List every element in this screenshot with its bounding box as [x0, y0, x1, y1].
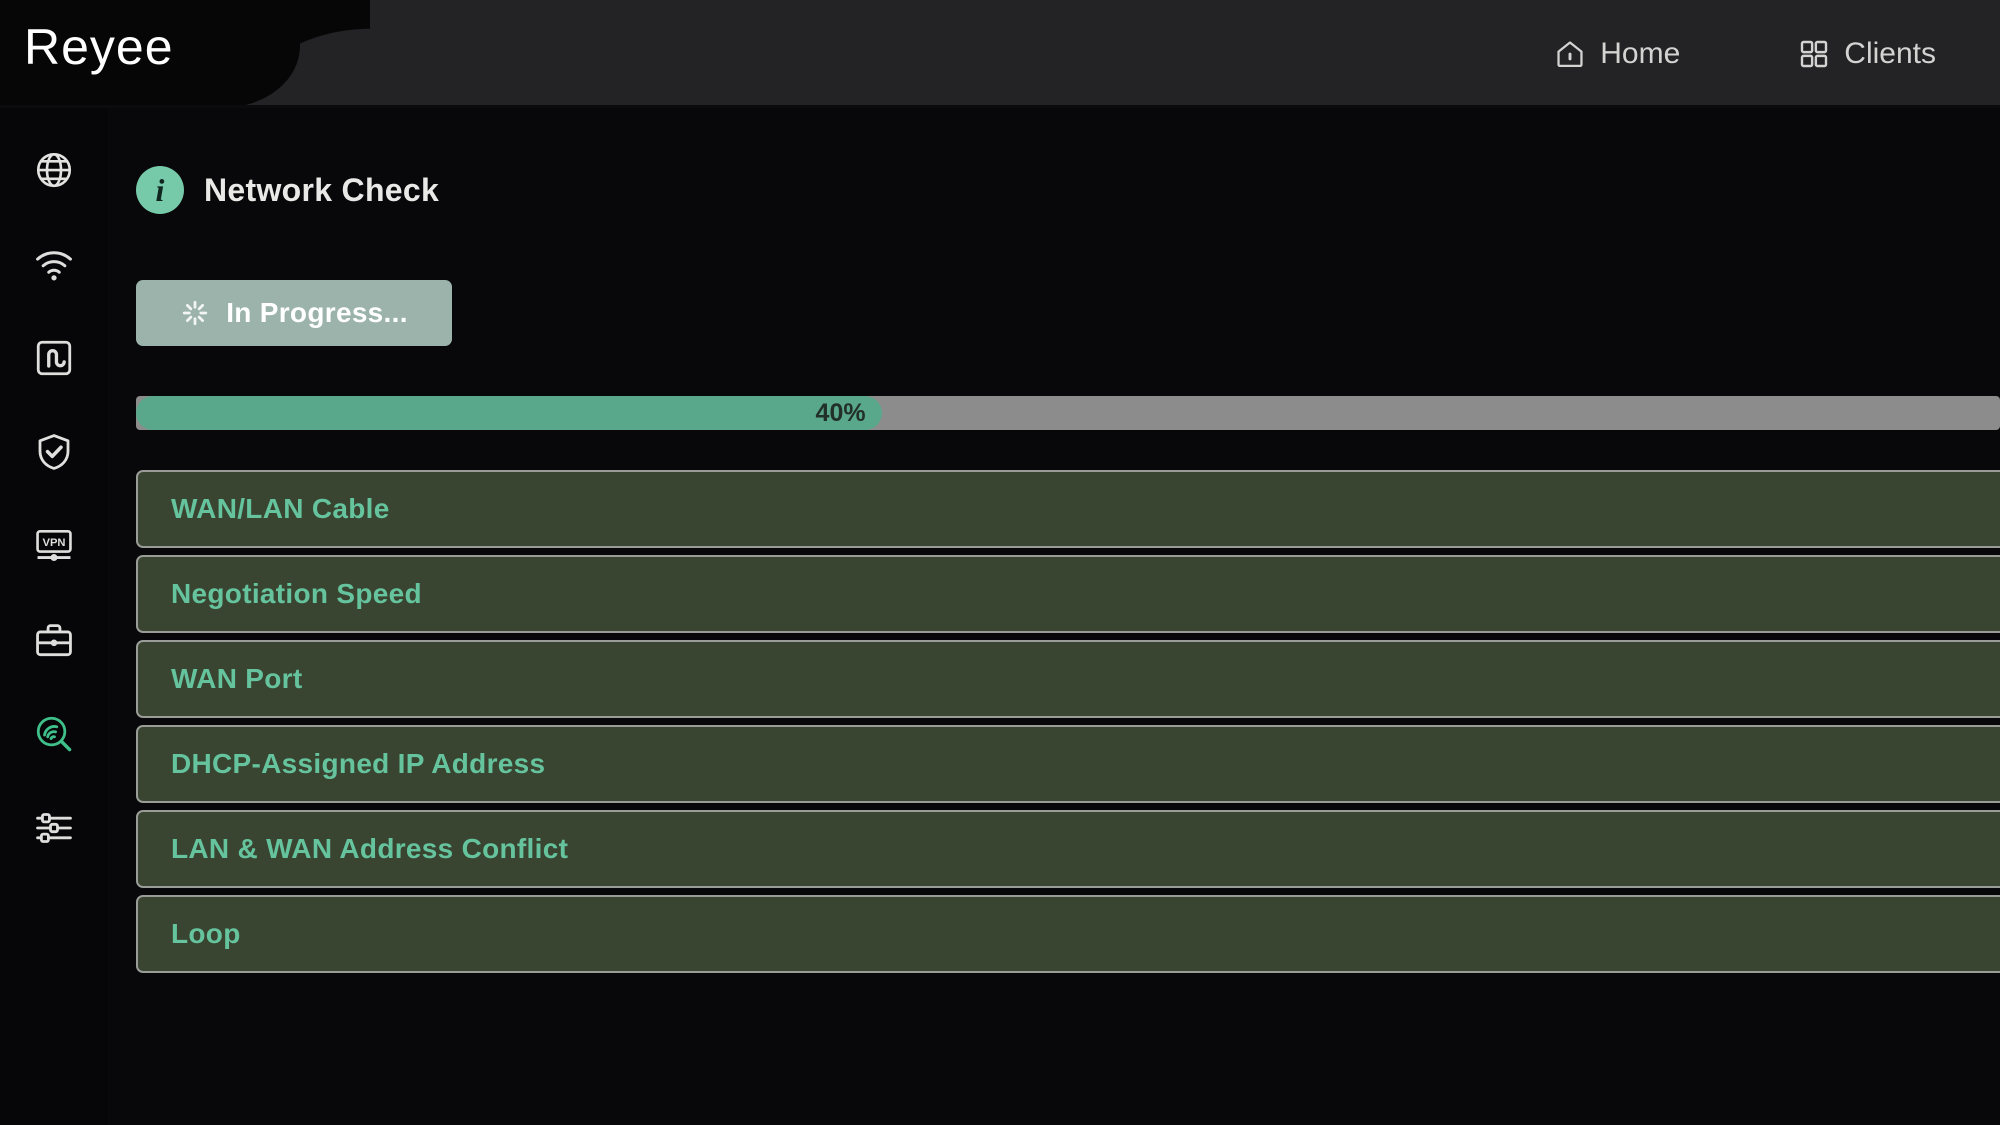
- page-title-row: i Network Check: [136, 166, 2000, 214]
- nav-item-clients[interactable]: Clients: [1798, 37, 1936, 71]
- diagnostics-icon: [33, 713, 75, 755]
- check-row-label: LAN & WAN Address Conflict: [171, 833, 569, 864]
- toolbox-icon: [33, 619, 75, 661]
- brand-logo[interactable]: Reyee: [24, 18, 174, 76]
- sidebar-item-switches[interactable]: [0, 324, 108, 392]
- nav-label-home: Home: [1600, 37, 1681, 70]
- shield-check-icon: [33, 431, 75, 473]
- nav-item-home[interactable]: Home: [1554, 37, 1680, 71]
- check-row[interactable]: Loop: [136, 895, 2000, 973]
- check-row-label: WAN/LAN Cable: [171, 493, 390, 524]
- check-row[interactable]: DHCP-Assigned IP Address: [136, 725, 2000, 803]
- sidebar-item-network[interactable]: [0, 136, 108, 204]
- in-progress-button[interactable]: In Progress...: [136, 280, 452, 346]
- sidebar-item-security[interactable]: [0, 418, 108, 486]
- check-list: WAN/LAN Cable Negotiation Speed WAN Port DH…: [136, 470, 2000, 973]
- vpn-icon: VPN: [33, 525, 75, 567]
- header-nav: Home Clients: [1554, 0, 2000, 108]
- progress-percent-label: 40%: [815, 398, 866, 427]
- check-row[interactable]: LAN & WAN Address Conflict: [136, 810, 2000, 888]
- sidebar-item-system[interactable]: [0, 794, 108, 862]
- sidebar: VPN: [0, 108, 108, 1125]
- sidebar-item-advanced[interactable]: [0, 606, 108, 674]
- in-progress-label: In Progress...: [226, 297, 408, 328]
- wifi-icon: [33, 243, 75, 285]
- main-content: i Network Check In Progress... 40% WAN/L…: [108, 108, 2000, 1125]
- check-row[interactable]: Negotiation Speed: [136, 555, 2000, 633]
- grid-icon: [1798, 38, 1830, 70]
- sliders-icon: [33, 807, 75, 849]
- switch-icon: [33, 337, 75, 379]
- check-row-label: WAN Port: [171, 663, 303, 694]
- check-row-label: DHCP-Assigned IP Address: [171, 748, 546, 779]
- sidebar-item-diagnostics[interactable]: [0, 700, 108, 768]
- app-header: Reyee Home Clients: [0, 0, 2000, 108]
- check-row[interactable]: WAN/LAN Cable: [136, 470, 2000, 548]
- nav-label-clients: Clients: [1844, 37, 1936, 70]
- check-row-label: Negotiation Speed: [171, 578, 422, 609]
- sidebar-item-wifi[interactable]: [0, 230, 108, 298]
- check-row[interactable]: WAN Port: [136, 640, 2000, 718]
- globe-icon: [33, 149, 75, 191]
- page-title: Network Check: [204, 171, 440, 208]
- header-divider: [0, 105, 2000, 108]
- app-root: Reyee Home Clients VPN i Network Check I…: [0, 0, 2000, 1125]
- svg-text:VPN: VPN: [42, 537, 65, 549]
- progress-bar: 40%: [136, 396, 2000, 430]
- check-row-label: Loop: [171, 918, 241, 949]
- progress-fill: 40%: [136, 396, 882, 430]
- sidebar-item-vpn[interactable]: VPN: [0, 512, 108, 580]
- home-icon: [1554, 38, 1586, 70]
- spinner-icon: [180, 298, 210, 328]
- info-icon: i: [136, 166, 184, 214]
